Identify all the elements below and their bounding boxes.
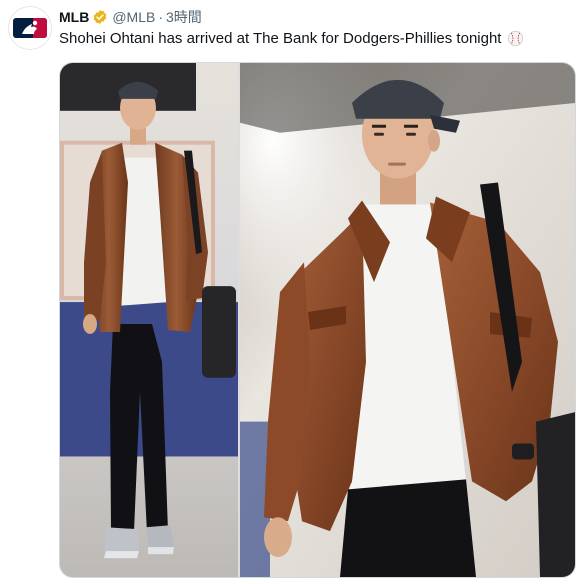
tweet-header: MLB @MLB · 3時間: [59, 8, 202, 26]
tweet-card[interactable]: MLB @MLB · 3時間 Shohei Ohtani has arrived…: [0, 0, 587, 584]
photo-full-body[interactable]: [60, 63, 238, 577]
mlb-logo-icon: [13, 18, 47, 38]
verified-badge-icon: [92, 9, 108, 25]
media-grid: [59, 62, 576, 578]
photo-closeup[interactable]: [240, 63, 575, 577]
account-name[interactable]: MLB: [59, 9, 89, 25]
account-handle[interactable]: @MLB: [112, 9, 155, 25]
baseball-icon: [507, 30, 524, 47]
separator-dot: ·: [158, 9, 163, 25]
tweet-text: Shohei Ohtani has arrived at The Bank fo…: [59, 30, 502, 47]
avatar[interactable]: [8, 6, 52, 50]
tweet-text-row: Shohei Ohtani has arrived at The Bank fo…: [59, 30, 524, 47]
timestamp[interactable]: 3時間: [166, 7, 202, 27]
